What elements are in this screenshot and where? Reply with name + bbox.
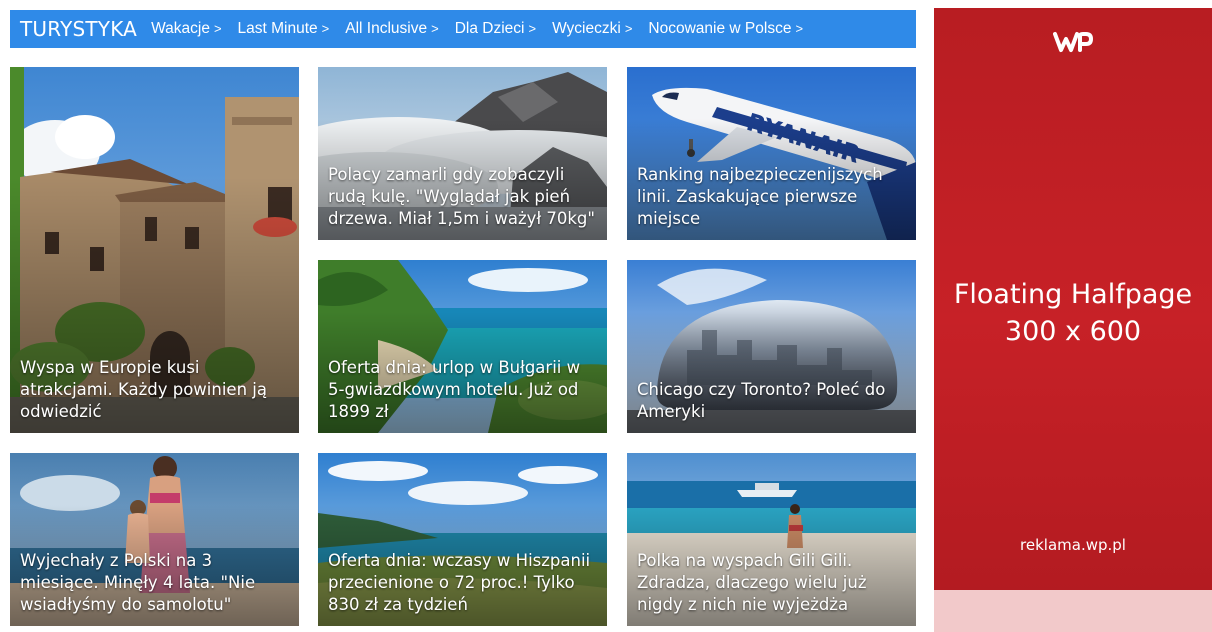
- nav-link-dla-dzieci[interactable]: Dla Dzieci >: [455, 20, 536, 38]
- nav-link-wakacje[interactable]: Wakacje >: [151, 20, 221, 38]
- chevron-right-icon: >: [321, 21, 330, 36]
- nav-link-all-inclusive[interactable]: All Inclusive >: [345, 20, 438, 38]
- article-tile-chicago-toronto[interactable]: Chicago czy Toronto? Poleć do Ameryki: [627, 260, 916, 433]
- article-caption: Chicago czy Toronto? Poleć do Ameryki: [637, 380, 886, 421]
- nav-link-label: Last Minute: [237, 20, 318, 37]
- nav-link-nocowanie[interactable]: Nocowanie w Polsce >: [648, 20, 803, 38]
- ad-headline-line2: 300 x 600: [1004, 316, 1142, 347]
- nav-link-label: Wakacje: [151, 20, 210, 37]
- nav-link-label: Nocowanie w Polsce: [648, 20, 792, 37]
- article-tile-airline-ranking[interactable]: RYANAIR Ranking najbezpieczenijszych lin…: [627, 67, 916, 240]
- chevron-right-icon: >: [431, 21, 439, 36]
- article-tile-island-europe[interactable]: Wyspa w Europie kusi atrakcjami. Każdy p…: [10, 67, 299, 433]
- article-tile-spain-offer[interactable]: Oferta dnia: wczasy w Hiszpanii przecien…: [318, 453, 607, 626]
- article-caption: Oferta dnia: wczasy w Hiszpanii przecien…: [328, 551, 591, 614]
- nav-link-label: Wycieczki: [552, 20, 621, 37]
- article-caption: Polka na wyspach Gili Gili. Zdradza, dla…: [637, 551, 867, 614]
- article-caption: Oferta dnia: urlop w Bułgarii w 5-gwiazd…: [328, 358, 581, 421]
- section-title[interactable]: TURYSTYKA: [20, 17, 137, 41]
- article-tile-bulgaria-offer[interactable]: Oferta dnia: urlop w Bułgarii w 5-gwiazd…: [318, 260, 607, 433]
- article-caption: Ranking najbezpieczenijszych linii. Zask…: [637, 165, 883, 228]
- article-caption: Wyjechały z Polski na 3 miesiące. Minęły…: [20, 551, 256, 614]
- article-tile-gili-islands[interactable]: Polka na wyspach Gili Gili. Zdradza, dla…: [627, 453, 916, 626]
- ad-headline: Floating Halfpage 300 x 600: [934, 276, 1212, 350]
- category-nav-bar: TURYSTYKA Wakacje > Last Minute > All Incl…: [10, 10, 916, 48]
- ad-bottom-strip: [934, 590, 1212, 632]
- chevron-right-icon: >: [795, 21, 804, 36]
- article-caption: Polacy zamarli gdy zobaczyli rudą kulę. …: [328, 165, 595, 228]
- chevron-right-icon: >: [624, 21, 633, 36]
- nav-link-label: Dla Dzieci: [454, 20, 525, 37]
- ad-url[interactable]: reklama.wp.pl: [934, 536, 1212, 554]
- chevron-right-icon: >: [213, 21, 222, 36]
- ad-headline-line1: Floating Halfpage: [953, 279, 1193, 310]
- article-caption: Wyspa w Europie kusi atrakcjami. Każdy p…: [20, 358, 267, 421]
- article-tile-red-ball[interactable]: Polacy zamarli gdy zobaczyli rudą kulę. …: [318, 67, 607, 240]
- nav-link-last-minute[interactable]: Last Minute >: [238, 20, 330, 38]
- nav-link-label: All Inclusive: [345, 20, 428, 37]
- halfpage-ad[interactable]: Floating Halfpage 300 x 600 reklama.wp.p…: [934, 8, 1212, 632]
- chevron-right-icon: >: [528, 21, 537, 36]
- nav-link-wycieczki[interactable]: Wycieczki >: [552, 20, 632, 38]
- article-tile-left-poland[interactable]: Wyjechały z Polski na 3 miesiące. Minęły…: [10, 453, 299, 626]
- wp-logo-icon: [934, 30, 1212, 59]
